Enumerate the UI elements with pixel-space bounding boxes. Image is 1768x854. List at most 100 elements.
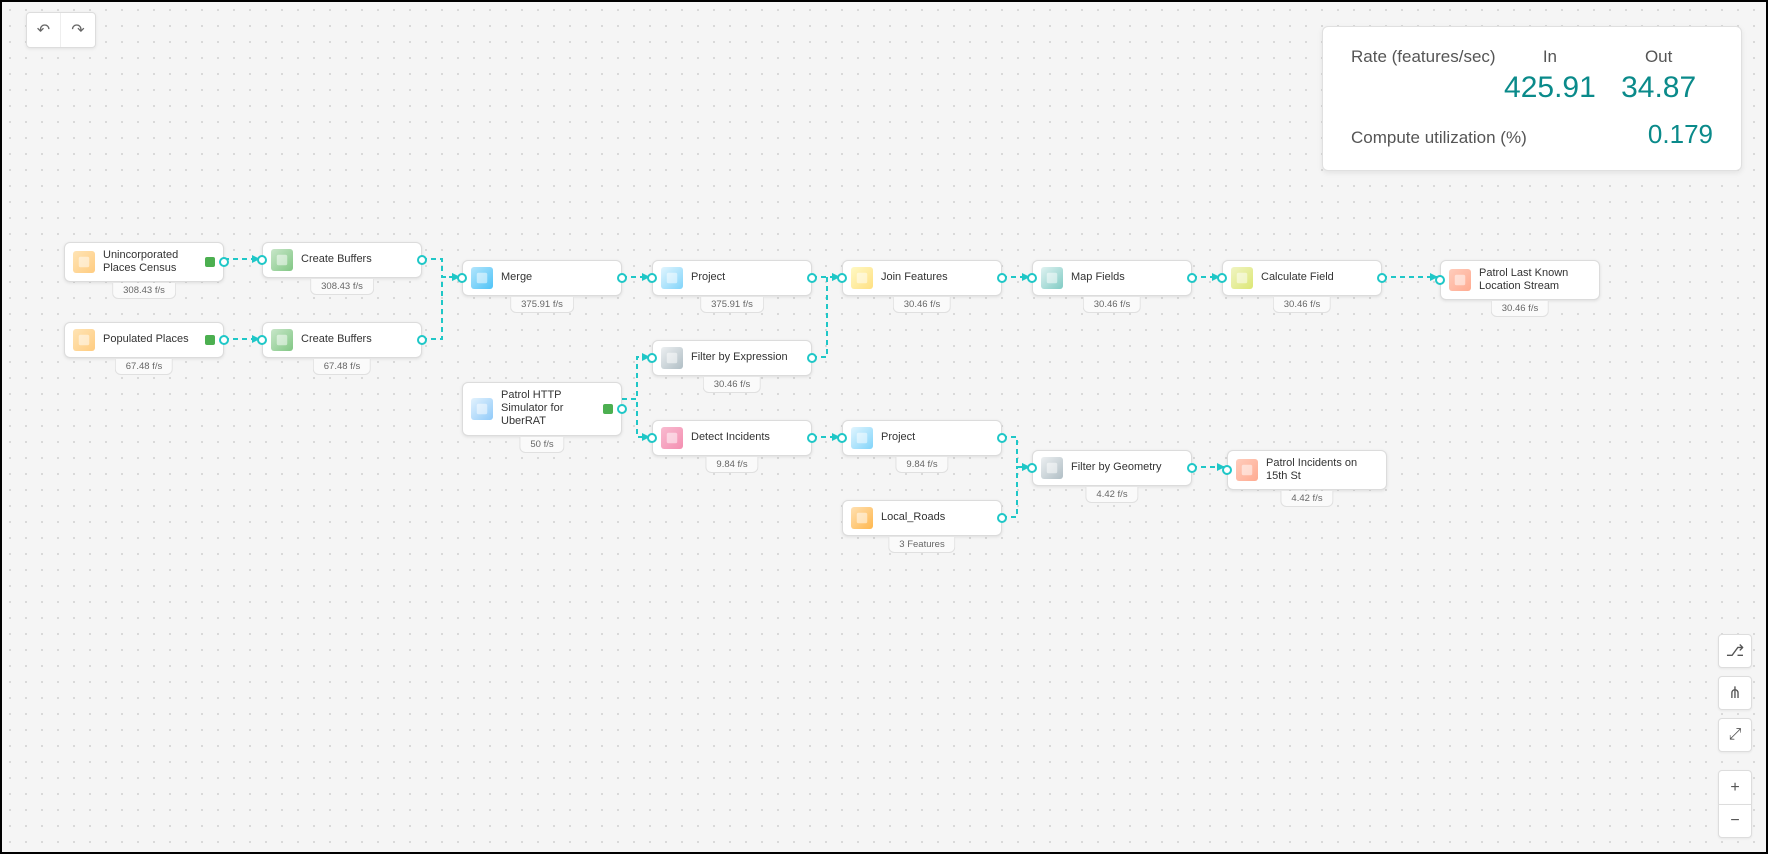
port-in[interactable] <box>837 273 847 283</box>
node-incidents[interactable]: Patrol Incidents on 15th St4.42 f/s <box>1227 450 1387 490</box>
port-in[interactable] <box>647 353 657 363</box>
node-label: Patrol HTTP Simulator for UberRAT <box>501 389 599 429</box>
flow-canvas[interactable]: Unincorporated Places Census308.43 f/s Po… <box>2 2 1766 852</box>
zoom-tools: + − <box>1718 770 1752 838</box>
road-icon <box>851 507 873 529</box>
port-out[interactable] <box>997 513 1007 523</box>
port-out[interactable] <box>807 433 817 443</box>
node-unincorp[interactable]: Unincorporated Places Census308.43 f/s <box>64 242 224 282</box>
port-in[interactable] <box>1435 275 1445 285</box>
feed-icon <box>73 251 95 273</box>
port-in[interactable] <box>1217 273 1227 283</box>
port-out[interactable] <box>997 273 1007 283</box>
node-filtergeom[interactable]: Filter by Geometry4.42 f/s <box>1032 450 1192 486</box>
node-label: Filter by Geometry <box>1071 461 1183 474</box>
port-in[interactable] <box>1027 273 1037 283</box>
node-rate: 30.46 f/s <box>1083 297 1141 313</box>
link-filterexpr-join[interactable] <box>812 277 842 357</box>
port-out[interactable] <box>417 335 427 345</box>
node-join[interactable]: Join Features30.46 f/s <box>842 260 1002 296</box>
port-out[interactable] <box>807 353 817 363</box>
port-out[interactable] <box>617 404 627 414</box>
link-roads-filtergeom[interactable] <box>1002 467 1032 517</box>
network-layout-button[interactable]: ⋔ <box>1718 676 1752 710</box>
node-label: Join Features <box>881 271 993 284</box>
node-project2[interactable]: Project9.84 f/s <box>842 420 1002 456</box>
port-out[interactable] <box>1187 463 1197 473</box>
node-rate: 30.46 f/s <box>893 297 951 313</box>
port-out[interactable] <box>617 273 627 283</box>
node-buffer1[interactable]: Create Buffers308.43 f/s <box>262 242 422 278</box>
fit-view-button[interactable]: ⤢ <box>1718 718 1752 752</box>
node-calc[interactable]: Calculate Field30.46 f/s <box>1222 260 1382 296</box>
share-icon: ⋔ <box>1728 683 1741 703</box>
node-label: Merge <box>501 271 613 284</box>
port-out[interactable] <box>417 255 427 265</box>
node-populated[interactable]: Populated Places67.48 f/s <box>64 322 224 358</box>
port-in[interactable] <box>837 433 847 443</box>
port-in[interactable] <box>457 273 467 283</box>
node-rate: 4.42 f/s <box>1280 491 1333 507</box>
buffer-icon <box>271 249 293 271</box>
merge-icon <box>471 267 493 289</box>
feed-icon <box>73 329 95 351</box>
port-in[interactable] <box>1222 465 1232 475</box>
node-rate: 308.43 f/s <box>310 279 374 295</box>
node-label: Project <box>881 431 993 444</box>
out-icon <box>1236 459 1258 481</box>
node-label: Filter by Expression <box>691 351 803 364</box>
node-label: Calculate Field <box>1261 271 1373 284</box>
node-merge[interactable]: Merge375.91 f/s <box>462 260 622 296</box>
port-in[interactable] <box>647 273 657 283</box>
port-out[interactable] <box>997 433 1007 443</box>
node-rate: 30.46 f/s <box>703 377 761 393</box>
port-out[interactable] <box>219 257 229 267</box>
port-out[interactable] <box>219 335 229 345</box>
node-buffer2[interactable]: Create Buffers67.48 f/s <box>262 322 422 358</box>
node-label: Create Buffers <box>301 253 413 266</box>
project-icon <box>851 427 873 449</box>
expand-icon: ⤢ <box>1729 726 1742 744</box>
node-httpsim[interactable]: Patrol HTTP Simulator for UberRAT50 f/s <box>462 382 622 436</box>
port-in[interactable] <box>1027 463 1037 473</box>
link-buffer1-merge[interactable] <box>422 259 462 277</box>
detect-icon <box>661 427 683 449</box>
node-rate: 9.84 f/s <box>705 457 758 473</box>
port-out[interactable] <box>807 273 817 283</box>
port-in[interactable] <box>257 255 267 265</box>
node-project1[interactable]: Project375.91 f/s <box>652 260 812 296</box>
link-httpsim-filterexpr[interactable] <box>622 357 652 399</box>
zoom-in-button[interactable]: + <box>1718 770 1752 804</box>
port-in[interactable] <box>257 335 267 345</box>
port-out[interactable] <box>1377 273 1387 283</box>
node-mapfields[interactable]: Map Fields30.46 f/s <box>1032 260 1192 296</box>
node-roads[interactable]: Local_Roads3 Features <box>842 500 1002 536</box>
status-badge <box>205 257 215 267</box>
node-rate: 308.43 f/s <box>112 283 176 299</box>
map-icon <box>1041 267 1063 289</box>
port-out[interactable] <box>1187 273 1197 283</box>
node-rate: 67.48 f/s <box>115 359 173 375</box>
node-label: Local_Roads <box>881 511 993 524</box>
node-rate: 50 f/s <box>519 437 564 453</box>
node-outstream[interactable]: Patrol Last Known Location Stream30.46 f… <box>1440 260 1600 300</box>
node-rate: 9.84 f/s <box>895 457 948 473</box>
node-filterexpr[interactable]: Filter by Expression30.46 f/s <box>652 340 812 376</box>
node-rate: 375.91 f/s <box>700 297 764 313</box>
project-icon <box>661 267 683 289</box>
link-httpsim-detect[interactable] <box>622 399 652 437</box>
filter-icon <box>661 347 683 369</box>
node-detect[interactable]: Detect Incidents9.84 f/s <box>652 420 812 456</box>
node-label: Project <box>691 271 803 284</box>
zoom-out-button[interactable]: − <box>1718 804 1752 838</box>
status-badge <box>205 335 215 345</box>
port-in[interactable] <box>647 433 657 443</box>
link-buffer2-merge[interactable] <box>422 277 462 339</box>
plus-icon: + <box>1730 779 1739 797</box>
node-label: Detect Incidents <box>691 431 803 444</box>
node-rate: 3 Features <box>888 537 955 553</box>
link-project2-filtergeom[interactable] <box>1002 437 1032 467</box>
auto-layout-button[interactable]: ⎇ <box>1718 634 1752 668</box>
layout-tools: ⎇ ⋔ ⤢ <box>1718 634 1752 752</box>
tree-icon: ⎇ <box>1726 641 1744 661</box>
